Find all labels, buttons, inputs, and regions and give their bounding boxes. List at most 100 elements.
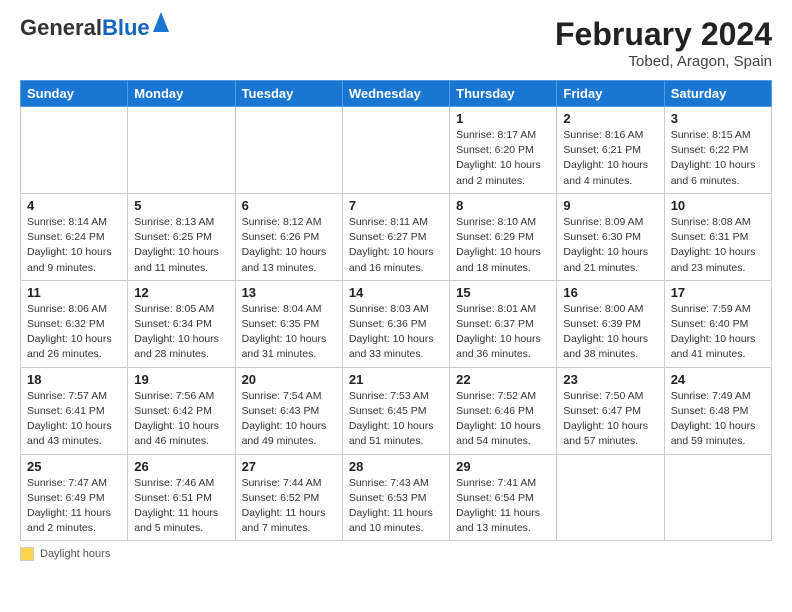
- calendar-cell: 7 Sunrise: 8:11 AM Sunset: 6:27 PM Daylig…: [342, 193, 449, 280]
- calendar-cell: 13Sunrise: 8:04 AM Sunset: 6:35 PM Dayli…: [235, 280, 342, 367]
- day-number: 14: [349, 285, 443, 300]
- calendar-cell: 27Sunrise: 7:44 AM Sunset: 6:52 PM Dayli…: [235, 454, 342, 541]
- day-info: Sunrise: 7:59 AM Sunset: 6:40 PM Dayligh…: [671, 302, 765, 363]
- day-info: Sunrise: 7:50 AM Sunset: 6:47 PM Dayligh…: [563, 389, 657, 450]
- calendar-cell: 28 Sunrise: 7:43 AM Sunset: 6:53 PM Dayli…: [342, 454, 449, 541]
- calendar-col-monday: Monday: [128, 81, 235, 107]
- day-info: Sunrise: 8:12 AM Sunset: 6:26 PM Dayligh…: [242, 215, 336, 276]
- day-info: Sunrise: 8:17 AM Sunset: 6:20 PM Dayligh…: [456, 128, 550, 189]
- day-number: 18: [27, 372, 121, 387]
- calendar-cell: 10Sunrise: 8:08 AM Sunset: 6:31 PM Dayli…: [664, 193, 771, 280]
- day-info: Sunrise: 7:44 AM Sunset: 6:52 PM Dayligh…: [242, 476, 336, 537]
- calendar-cell: 11 Sunrise: 8:06 AM Sunset: 6:32 PM Dayli…: [21, 280, 128, 367]
- day-info: Sunrise: 8:00 AM Sunset: 6:39 PM Dayligh…: [563, 302, 657, 363]
- day-number: 29: [456, 459, 550, 474]
- day-number: 10: [671, 198, 765, 213]
- logo-text: GeneralBlue: [20, 16, 150, 40]
- calendar-header-row: SundayMondayTuesdayWednesdayThursdayFrid…: [21, 81, 772, 107]
- calendar-cell: [21, 107, 128, 194]
- day-number: 15: [456, 285, 550, 300]
- day-number: 26: [134, 459, 228, 474]
- daylight-box-icon: [20, 547, 34, 561]
- day-info: Sunrise: 8:09 AM Sunset: 6:30 PM Dayligh…: [563, 215, 657, 276]
- day-number: 22: [456, 372, 550, 387]
- day-number: 20: [242, 372, 336, 387]
- day-number: 4: [27, 198, 121, 213]
- calendar-cell: 26 Sunrise: 7:46 AM Sunset: 6:51 PM Dayli…: [128, 454, 235, 541]
- calendar-cell: 17 Sunrise: 7:59 AM Sunset: 6:40 PM Dayli…: [664, 280, 771, 367]
- calendar-col-tuesday: Tuesday: [235, 81, 342, 107]
- calendar-cell: [235, 107, 342, 194]
- calendar-row-0: 1 Sunrise: 8:17 AM Sunset: 6:20 PM Daylig…: [21, 107, 772, 194]
- day-number: 11: [27, 285, 121, 300]
- calendar-cell: 18 Sunrise: 7:57 AM Sunset: 6:41 PM Dayli…: [21, 367, 128, 454]
- calendar-cell: 24 Sunrise: 7:49 AM Sunset: 6:48 PM Dayli…: [664, 367, 771, 454]
- day-info: Sunrise: 7:43 AM Sunset: 6:53 PM Dayligh…: [349, 476, 443, 537]
- day-number: 12: [134, 285, 228, 300]
- calendar-row-2: 11 Sunrise: 8:06 AM Sunset: 6:32 PM Dayli…: [21, 280, 772, 367]
- day-info: Sunrise: 8:14 AM Sunset: 6:24 PM Dayligh…: [27, 215, 121, 276]
- day-info: Sunrise: 8:01 AM Sunset: 6:37 PM Dayligh…: [456, 302, 550, 363]
- day-info: Sunrise: 7:56 AM Sunset: 6:42 PM Dayligh…: [134, 389, 228, 450]
- day-number: 1: [456, 111, 550, 126]
- day-info: Sunrise: 7:53 AM Sunset: 6:45 PM Dayligh…: [349, 389, 443, 450]
- logo-triangle-icon: [153, 12, 169, 37]
- calendar-cell: 4 Sunrise: 8:14 AM Sunset: 6:24 PM Daylig…: [21, 193, 128, 280]
- day-number: 3: [671, 111, 765, 126]
- day-number: 8: [456, 198, 550, 213]
- logo: GeneralBlue: [20, 16, 169, 40]
- day-info: Sunrise: 7:57 AM Sunset: 6:41 PM Dayligh…: [27, 389, 121, 450]
- day-number: 16: [563, 285, 657, 300]
- day-info: Sunrise: 7:49 AM Sunset: 6:48 PM Dayligh…: [671, 389, 765, 450]
- day-info: Sunrise: 7:46 AM Sunset: 6:51 PM Dayligh…: [134, 476, 228, 537]
- calendar-col-saturday: Saturday: [664, 81, 771, 107]
- day-number: 25: [27, 459, 121, 474]
- calendar-cell: 9 Sunrise: 8:09 AM Sunset: 6:30 PM Daylig…: [557, 193, 664, 280]
- calendar-cell: 15 Sunrise: 8:01 AM Sunset: 6:37 PM Dayli…: [450, 280, 557, 367]
- calendar-cell: 1 Sunrise: 8:17 AM Sunset: 6:20 PM Daylig…: [450, 107, 557, 194]
- calendar-table: SundayMondayTuesdayWednesdayThursdayFrid…: [20, 80, 772, 541]
- day-number: 9: [563, 198, 657, 213]
- calendar-cell: 29Sunrise: 7:41 AM Sunset: 6:54 PM Dayli…: [450, 454, 557, 541]
- page: GeneralBlue February 2024 Tobed, Aragon,…: [0, 0, 792, 571]
- calendar-cell: [128, 107, 235, 194]
- day-info: Sunrise: 8:10 AM Sunset: 6:29 PM Dayligh…: [456, 215, 550, 276]
- calendar-cell: [664, 454, 771, 541]
- main-title: February 2024: [555, 16, 772, 53]
- day-info: Sunrise: 8:13 AM Sunset: 6:25 PM Dayligh…: [134, 215, 228, 276]
- day-info: Sunrise: 8:06 AM Sunset: 6:32 PM Dayligh…: [27, 302, 121, 363]
- calendar-cell: 14 Sunrise: 8:03 AM Sunset: 6:36 PM Dayli…: [342, 280, 449, 367]
- day-number: 7: [349, 198, 443, 213]
- day-info: Sunrise: 8:03 AM Sunset: 6:36 PM Dayligh…: [349, 302, 443, 363]
- calendar-cell: 20 Sunrise: 7:54 AM Sunset: 6:43 PM Dayli…: [235, 367, 342, 454]
- day-number: 24: [671, 372, 765, 387]
- day-info: Sunrise: 7:54 AM Sunset: 6:43 PM Dayligh…: [242, 389, 336, 450]
- footer-note: Daylight hours: [20, 547, 772, 561]
- day-info: Sunrise: 8:16 AM Sunset: 6:21 PM Dayligh…: [563, 128, 657, 189]
- calendar-cell: 12 Sunrise: 8:05 AM Sunset: 6:34 PM Dayli…: [128, 280, 235, 367]
- calendar-cell: 25 Sunrise: 7:47 AM Sunset: 6:49 PM Dayli…: [21, 454, 128, 541]
- logo-blue: Blue: [102, 15, 150, 40]
- day-number: 17: [671, 285, 765, 300]
- calendar-col-sunday: Sunday: [21, 81, 128, 107]
- calendar-cell: [557, 454, 664, 541]
- calendar-cell: 19 Sunrise: 7:56 AM Sunset: 6:42 PM Dayli…: [128, 367, 235, 454]
- day-number: 21: [349, 372, 443, 387]
- calendar-cell: [342, 107, 449, 194]
- day-number: 13: [242, 285, 336, 300]
- calendar-cell: 6Sunrise: 8:12 AM Sunset: 6:26 PM Daylig…: [235, 193, 342, 280]
- day-info: Sunrise: 7:47 AM Sunset: 6:49 PM Dayligh…: [27, 476, 121, 537]
- calendar-cell: 3Sunrise: 8:15 AM Sunset: 6:22 PM Daylig…: [664, 107, 771, 194]
- day-number: 28: [349, 459, 443, 474]
- day-number: 19: [134, 372, 228, 387]
- logo-general: General: [20, 15, 102, 40]
- day-info: Sunrise: 8:11 AM Sunset: 6:27 PM Dayligh…: [349, 215, 443, 276]
- calendar-row-1: 4 Sunrise: 8:14 AM Sunset: 6:24 PM Daylig…: [21, 193, 772, 280]
- day-number: 5: [134, 198, 228, 213]
- subtitle: Tobed, Aragon, Spain: [555, 53, 772, 70]
- calendar-cell: 23Sunrise: 7:50 AM Sunset: 6:47 PM Dayli…: [557, 367, 664, 454]
- day-info: Sunrise: 8:05 AM Sunset: 6:34 PM Dayligh…: [134, 302, 228, 363]
- calendar-col-friday: Friday: [557, 81, 664, 107]
- day-info: Sunrise: 7:52 AM Sunset: 6:46 PM Dayligh…: [456, 389, 550, 450]
- calendar-cell: 22 Sunrise: 7:52 AM Sunset: 6:46 PM Dayli…: [450, 367, 557, 454]
